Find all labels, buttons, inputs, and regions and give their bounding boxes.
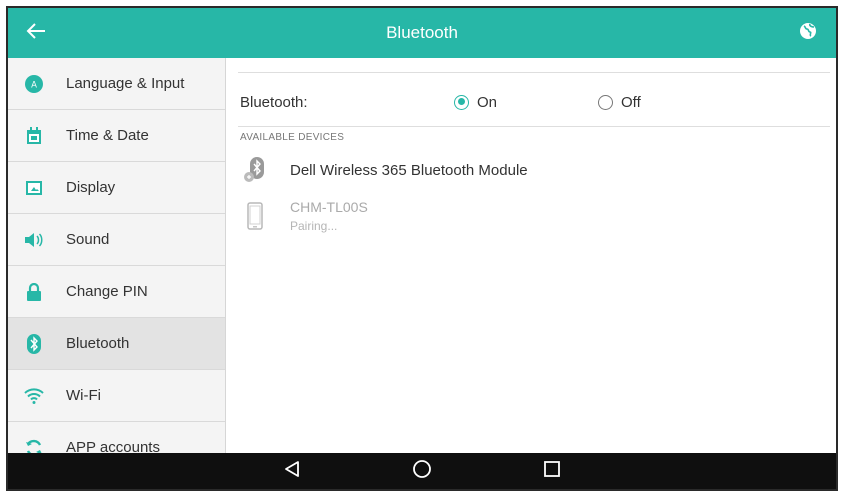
device-item[interactable]: Dell Wireless 365 Bluetooth Module xyxy=(240,150,528,190)
globe-button[interactable] xyxy=(780,8,836,58)
sidebar-item-label: Language & Input xyxy=(66,75,185,92)
sidebar-item-label: Wi-Fi xyxy=(66,387,101,404)
bluetooth-on-radio[interactable]: On xyxy=(454,94,598,111)
bluetooth-label: Bluetooth: xyxy=(240,93,308,111)
sidebar-item-wifi[interactable]: Wi-Fi xyxy=(8,370,225,422)
radio-checked-icon xyxy=(454,94,469,110)
sidebar-item-label: APP accounts xyxy=(66,439,160,453)
device-info: CHM-TL00S Pairing... xyxy=(290,199,368,233)
speaker-icon xyxy=(24,230,44,250)
circle-home-icon xyxy=(412,459,432,484)
bluetooth-device-icon xyxy=(240,157,270,183)
on-label: On xyxy=(477,93,498,111)
available-devices-heading: AVAILABLE DEVICES xyxy=(240,132,345,143)
sidebar-item-sound[interactable]: Sound xyxy=(8,214,225,266)
globe-icon xyxy=(798,21,818,46)
wifi-icon xyxy=(24,386,44,406)
sync-icon xyxy=(24,438,44,453)
bluetooth-off-radio[interactable]: Off xyxy=(598,94,641,111)
nav-back-button[interactable] xyxy=(227,453,357,489)
bluetooth-settings-panel: Bluetooth: On Off AVAILABLE DEVICES Dell… xyxy=(226,58,836,453)
calendar-icon xyxy=(24,126,44,146)
lock-icon xyxy=(24,282,44,302)
off-label: Off xyxy=(621,93,641,111)
sidebar-item-bluetooth[interactable]: Bluetooth xyxy=(8,318,225,370)
device-item[interactable]: CHM-TL00S Pairing... xyxy=(240,194,368,238)
sidebar-item-change-pin[interactable]: Change PIN xyxy=(8,266,225,318)
bluetooth-toggle-row: Bluetooth: On Off xyxy=(240,84,830,120)
language-icon: A xyxy=(24,74,44,94)
display-icon xyxy=(24,178,44,198)
settings-sidebar: A Language & Input Time & Date Display S… xyxy=(8,58,226,453)
divider xyxy=(238,72,830,73)
back-button[interactable] xyxy=(8,8,64,58)
sidebar-item-time-date[interactable]: Time & Date xyxy=(8,110,225,162)
nav-recents-button[interactable] xyxy=(487,453,617,489)
phone-screen: Bluetooth A Language & Input Time & Date xyxy=(6,6,838,491)
title-bar: Bluetooth xyxy=(8,8,836,58)
sidebar-item-label: Bluetooth xyxy=(66,335,130,352)
sidebar-item-app-accounts[interactable]: APP accounts xyxy=(8,422,225,453)
sidebar-item-language[interactable]: A Language & Input xyxy=(8,58,225,110)
square-recents-icon xyxy=(543,460,561,483)
triangle-back-icon xyxy=(283,460,301,483)
radio-unchecked-icon xyxy=(598,94,613,110)
sidebar-item-label: Change PIN xyxy=(66,283,148,300)
bluetooth-icon xyxy=(24,333,44,354)
divider xyxy=(238,126,830,127)
device-status: Pairing... xyxy=(290,219,338,233)
page-title: Bluetooth xyxy=(386,23,458,42)
svg-text:A: A xyxy=(31,80,37,90)
sidebar-item-display[interactable]: Display xyxy=(8,162,225,214)
system-nav-bar xyxy=(8,453,836,489)
sidebar-item-label: Time & Date xyxy=(66,127,149,144)
sidebar-item-label: Sound xyxy=(66,231,110,248)
device-name: Dell Wireless 365 Bluetooth Module xyxy=(290,161,528,179)
nav-home-button[interactable] xyxy=(357,453,487,489)
sidebar-item-label: Display xyxy=(66,179,116,196)
device-name: CHM-TL00S xyxy=(290,199,368,215)
arrow-left-icon xyxy=(26,22,46,44)
phone-icon xyxy=(240,202,270,230)
